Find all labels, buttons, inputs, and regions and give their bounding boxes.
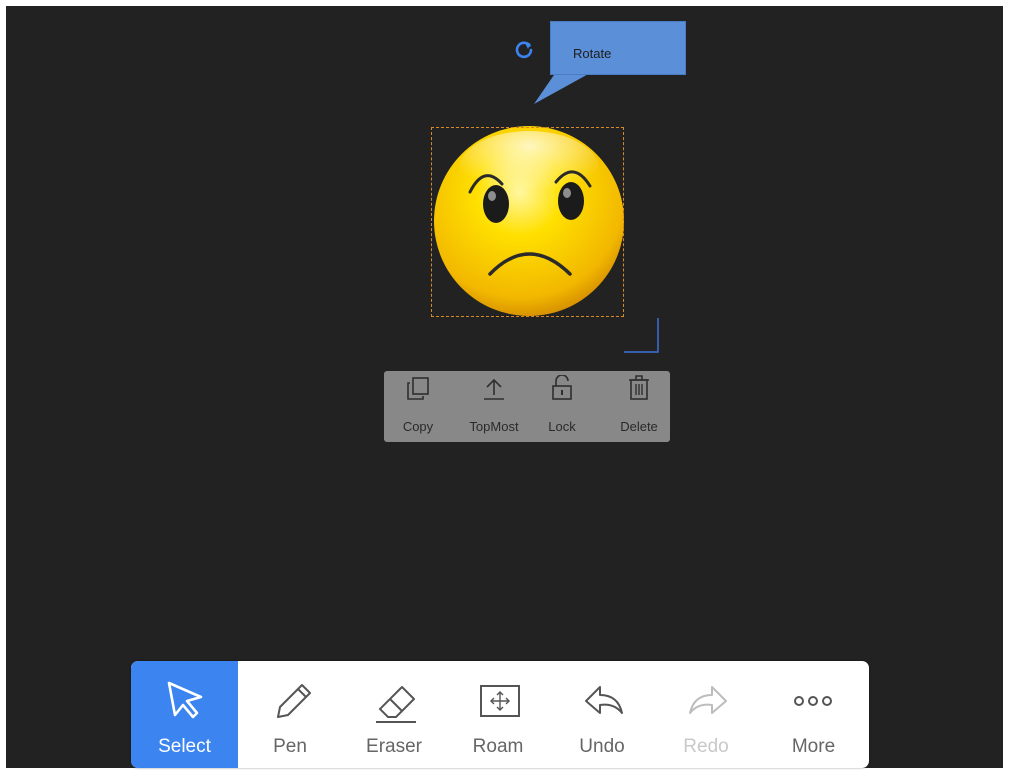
delete-label: Delete [620, 419, 658, 434]
tool-select[interactable]: Select [131, 661, 238, 768]
tool-pen[interactable]: Pen [238, 661, 342, 768]
topmost-label: TopMost [469, 419, 519, 434]
rotate-tooltip: Rotate [550, 21, 686, 75]
copy-icon [407, 377, 429, 400]
tooltip-label: Rotate [573, 46, 612, 61]
undo-icon [585, 686, 623, 714]
rotate-handle-icon[interactable] [512, 37, 536, 61]
tool-roam[interactable]: Roam [446, 661, 550, 768]
more-dots-icon [794, 696, 832, 706]
tool-more[interactable]: More [758, 661, 869, 768]
bottom-toolbar: Select Pen Eraser Roam Undo Redo More [131, 661, 869, 768]
selection-box [431, 127, 624, 317]
pen-icon [277, 684, 311, 718]
lock-button[interactable]: Lock [538, 371, 586, 442]
trash-icon [629, 375, 649, 400]
tool-eraser[interactable]: Eraser [342, 661, 446, 768]
object-context-menu: Copy TopMost Lock Delete [384, 371, 670, 442]
tool-roam-label: Roam [472, 736, 524, 757]
whiteboard-canvas[interactable]: Rotate Copy TopMost Lock Delete [6, 6, 1003, 768]
tool-redo[interactable]: Redo [654, 661, 758, 768]
eraser-icon [376, 686, 416, 723]
tool-undo[interactable]: Undo [550, 661, 654, 768]
redo-icon [689, 686, 727, 714]
tool-redo-label: Redo [683, 736, 729, 757]
move-icon [480, 685, 520, 717]
delete-button[interactable]: Delete [610, 371, 668, 442]
topmost-button[interactable]: TopMost [456, 371, 532, 442]
tool-more-label: More [791, 736, 836, 757]
cursor-arrow-icon [167, 681, 203, 719]
tool-pen-label: Pen [273, 736, 307, 757]
resize-handle-icon[interactable] [624, 318, 660, 354]
lock-label: Lock [548, 419, 576, 434]
unlock-icon [552, 375, 572, 400]
upload-icon [484, 378, 504, 400]
tool-undo-label: Undo [579, 736, 625, 757]
tool-select-label: Select [158, 736, 211, 757]
copy-label: Copy [402, 419, 434, 434]
tool-eraser-label: Eraser [366, 736, 422, 757]
copy-button[interactable]: Copy [388, 371, 448, 442]
tooltip-tail [534, 72, 592, 104]
